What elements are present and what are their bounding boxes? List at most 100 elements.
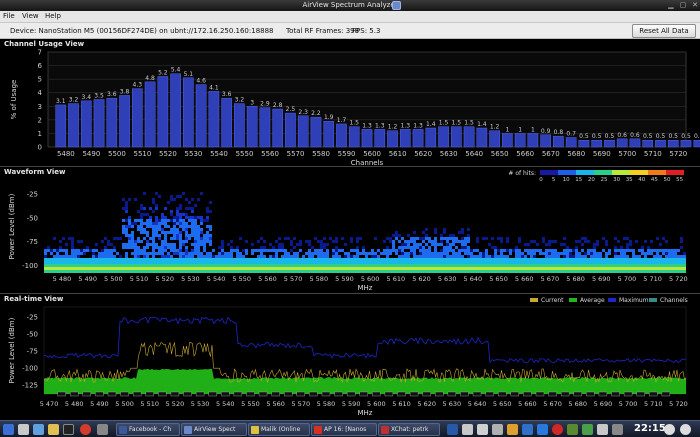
heatmap-cell — [98, 255, 101, 258]
heatmap-cell — [62, 249, 65, 252]
heatmap-cell — [632, 267, 635, 270]
close-icon[interactable]: ✕ — [690, 1, 700, 10]
task-facebook[interactable]: Facebook - Ch — [116, 423, 180, 436]
legend-swatch — [558, 170, 576, 175]
heatmap-cell — [200, 231, 203, 234]
heatmap-cell — [302, 258, 305, 261]
tray-display-icon[interactable] — [477, 424, 488, 435]
menu-view[interactable]: View — [22, 12, 39, 20]
x-tick-label: 5600 — [363, 150, 381, 158]
heatmap-cell — [602, 267, 605, 270]
tray-lock-icon[interactable] — [680, 424, 691, 435]
heatmap-cell — [509, 264, 512, 267]
heatmap-cell — [263, 258, 266, 261]
heatmap-cell — [353, 270, 356, 273]
heatmap-cell — [536, 249, 539, 252]
heatmap-cell — [329, 258, 332, 261]
heatmap-cell — [101, 264, 104, 267]
task-malik[interactable]: Malik (Online — [248, 423, 310, 436]
heatmap-cell — [485, 249, 488, 252]
heatmap-cell — [446, 249, 449, 252]
heatmap-cell — [170, 249, 173, 252]
tray-network-icon[interactable] — [507, 424, 518, 435]
heatmap-cell — [62, 258, 65, 261]
heatmap-cell — [314, 270, 317, 273]
app-launcher-icon[interactable] — [97, 424, 108, 435]
tray-keyboard-icon[interactable] — [612, 424, 623, 435]
heatmap-cell — [587, 267, 590, 270]
heatmap-cell — [602, 237, 605, 240]
heatmap-cell — [467, 228, 470, 231]
heatmap-cell — [677, 255, 680, 258]
tray-clipboard-icon[interactable] — [597, 424, 608, 435]
heatmap-cell — [527, 267, 530, 270]
task-airview[interactable]: AirView Spect — [181, 423, 247, 436]
tray-update-icon[interactable] — [567, 424, 578, 435]
task-xchat[interactable]: XChat: petrk — [378, 423, 440, 436]
maximize-icon[interactable]: ▢ — [678, 1, 688, 10]
channel-marker — [271, 391, 280, 397]
heatmap-cell — [182, 261, 185, 264]
heatmap-cell — [650, 267, 653, 270]
heatmap-cell — [173, 216, 176, 219]
files-icon[interactable] — [18, 424, 29, 435]
heatmap-cell — [104, 258, 107, 261]
terminal-icon[interactable] — [63, 424, 74, 435]
menu-help[interactable]: Help — [45, 12, 61, 20]
heatmap-cell — [278, 258, 281, 261]
heatmap-cell — [314, 261, 317, 264]
heatmap-cell — [332, 261, 335, 264]
tray-opera-icon[interactable] — [552, 424, 563, 435]
heatmap-cell — [635, 240, 638, 243]
facebook-icon — [119, 426, 127, 434]
browser-icon[interactable] — [80, 424, 91, 435]
tray-window-icon[interactable] — [462, 424, 473, 435]
heatmap-cell — [131, 246, 134, 249]
heatmap-cell — [290, 240, 293, 243]
heatmap-cell — [113, 249, 116, 252]
heatmap-cell — [548, 249, 551, 252]
heatmap-cell — [152, 252, 155, 255]
tray-power-icon[interactable] — [664, 424, 675, 435]
heatmap-cell — [440, 267, 443, 270]
heatmap-cell — [605, 264, 608, 267]
bar — [208, 91, 220, 148]
heatmap-cell — [515, 261, 518, 264]
heatmap-cell — [212, 249, 215, 252]
heatmap-cell — [356, 252, 359, 255]
heatmap-cell — [518, 249, 521, 252]
home-icon[interactable] — [33, 424, 44, 435]
heatmap-cell — [449, 267, 452, 270]
heatmap-cell — [308, 264, 311, 267]
heatmap-cell — [182, 192, 185, 195]
heatmap-cell — [185, 252, 188, 255]
heatmap-cell — [344, 252, 347, 255]
heatmap-cell — [71, 246, 74, 249]
heatmap-cell — [335, 267, 338, 270]
menu-file[interactable]: File — [3, 12, 15, 20]
heatmap-cell — [332, 240, 335, 243]
heatmap-cell — [203, 270, 206, 273]
task-ap16[interactable]: AP 16: [Nanos — [311, 423, 377, 436]
heatmap-cell — [131, 270, 134, 273]
heatmap-cell — [617, 240, 620, 243]
folder-icon[interactable] — [48, 424, 59, 435]
tray-skype-icon[interactable] — [522, 424, 533, 435]
heatmap-cell — [632, 270, 635, 273]
heatmap-cell — [287, 264, 290, 267]
minimize-icon[interactable]: ▁ — [666, 1, 676, 10]
tray-volume-icon[interactable] — [492, 424, 503, 435]
tray-flag-icon[interactable] — [447, 424, 458, 435]
reset-all-data-button[interactable]: Reset All Data — [632, 24, 696, 38]
tray-dropbox-icon[interactable] — [537, 424, 548, 435]
heatmap-cell — [113, 264, 116, 267]
heatmap-cell — [548, 261, 551, 264]
tray-battery-icon[interactable] — [582, 424, 593, 435]
heatmap-cell — [287, 255, 290, 258]
heatmap-cell — [653, 267, 656, 270]
bar-value-label: 3.4 — [82, 94, 92, 101]
heatmap-cell — [491, 258, 494, 261]
start-menu-icon[interactable] — [3, 424, 14, 435]
heatmap-cell — [206, 270, 209, 273]
bar-value-label: 3 — [250, 99, 254, 106]
